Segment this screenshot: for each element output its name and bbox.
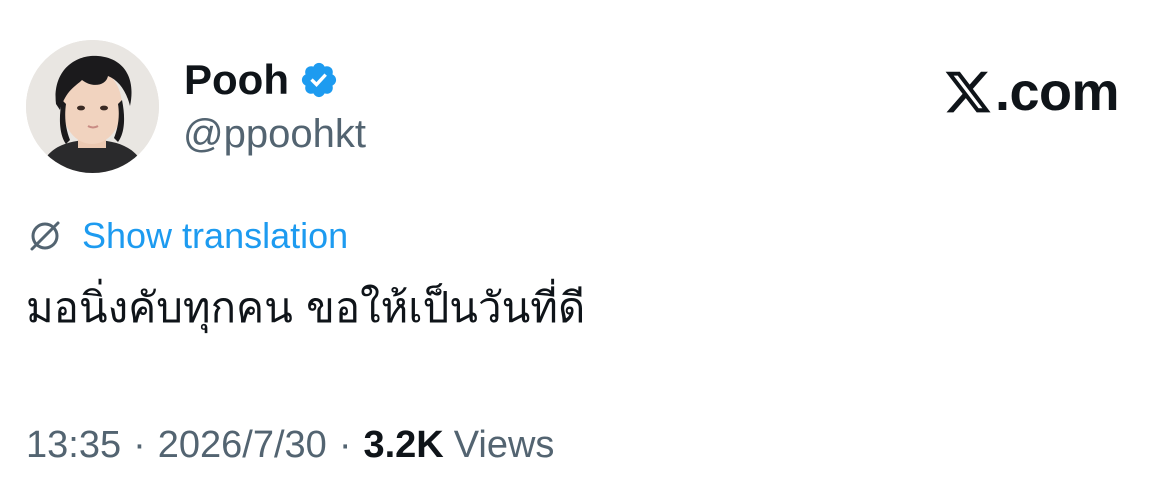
avatar[interactable] [26, 40, 159, 173]
author-handle[interactable]: @ppoohkt [183, 110, 366, 158]
brand-domain-text: .com [994, 62, 1120, 122]
author-name-row: Pooh [184, 56, 339, 104]
views-label: Views [453, 424, 555, 466]
tweet-time-link[interactable]: 13:35 [26, 420, 121, 470]
globe-slash-icon [26, 217, 64, 255]
verified-badge-icon [299, 60, 339, 100]
display-name[interactable]: Pooh [184, 56, 289, 104]
views-count[interactable]: 3.2K [363, 420, 443, 470]
show-translation-label: Show translation [82, 215, 349, 256]
show-translation-button[interactable]: Show translation [26, 213, 348, 259]
tweet-card: Pooh @ppoohkt .com Show translation มอนิ… [0, 0, 1169, 492]
meta-separator: · [133, 424, 146, 466]
brand-mark: .com [943, 62, 1120, 122]
x-logo-icon [943, 67, 993, 117]
tweet-meta: 13:35 · 2026/7/30 · 3.2K Views [26, 420, 554, 470]
tweet-text: มอนิ่งคับทุกคน ขอให้เป็นวันที่ดี [26, 283, 586, 332]
avatar-image [26, 40, 159, 173]
meta-separator: · [338, 424, 352, 466]
tweet-date-link[interactable]: 2026/7/30 [158, 420, 327, 470]
